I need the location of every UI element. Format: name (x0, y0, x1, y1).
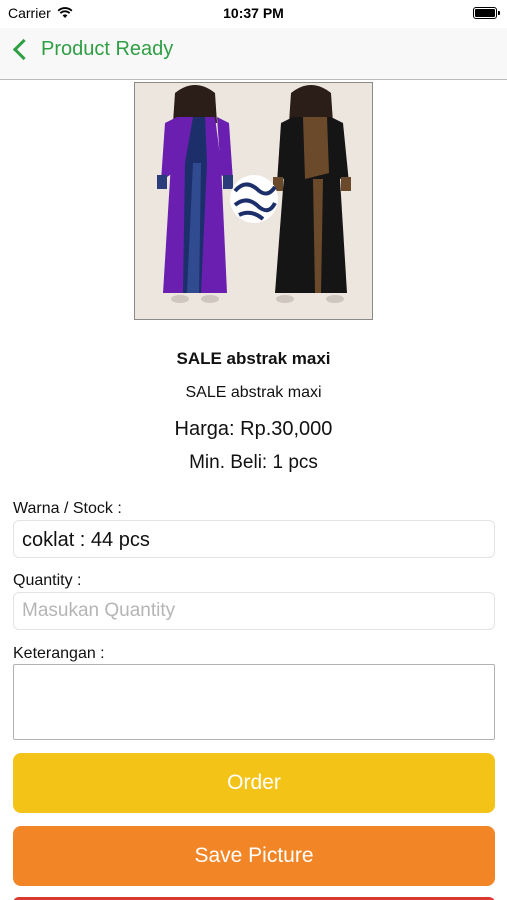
product-image[interactable] (134, 82, 373, 320)
notes-textarea[interactable] (13, 664, 495, 740)
product-detail-screen: Carrier 10:37 PM Product Ready SALE abst… (0, 0, 507, 900)
product-min-buy: Min. Beli: 1 pcs (189, 452, 318, 473)
product-title: SALE abstrak maxi (176, 349, 331, 368)
product-price: Harga: Rp.30,000 (174, 418, 333, 440)
chevron-left-icon (12, 38, 35, 61)
quantity-input[interactable] (13, 592, 495, 630)
notes-label: Keterangan : (13, 645, 105, 662)
back-button-label: Product Ready (41, 38, 174, 60)
product-subtitle: SALE abstrak maxi (185, 384, 322, 401)
navigation-bar: Product Ready (0, 28, 507, 80)
order-button[interactable]: Order (13, 753, 495, 813)
color-stock-label: Warna / Stock : (13, 500, 122, 517)
product-photo-illustration (135, 83, 372, 319)
status-bar: Carrier 10:37 PM (0, 0, 507, 28)
back-button[interactable]: Product Ready (12, 38, 173, 61)
save-picture-button[interactable]: Save Picture (13, 826, 495, 886)
quantity-label: Quantity : (13, 572, 82, 589)
battery-icon (473, 7, 500, 19)
status-time: 10:37 PM (223, 5, 284, 21)
color-stock-select[interactable]: coklat : 44 pcs (13, 520, 495, 558)
